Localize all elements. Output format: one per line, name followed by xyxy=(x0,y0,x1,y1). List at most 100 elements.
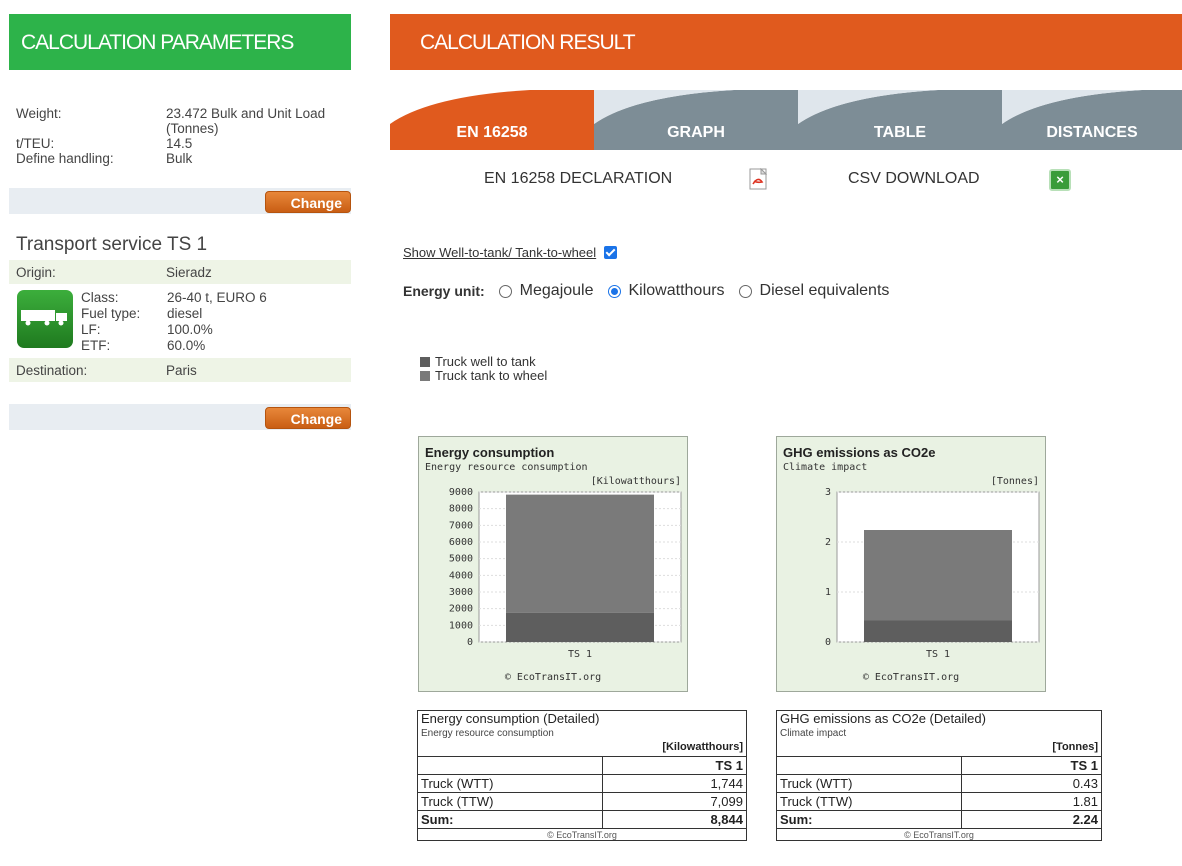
param-value: 14.5 xyxy=(166,136,193,151)
table-title: Energy consumption (Detailed) xyxy=(421,711,600,727)
table-unit: [Kilowatthours] xyxy=(417,738,747,757)
table-row: Truck (WTT) 0.43 xyxy=(776,774,1102,793)
table-row: Truck (TTW) 7,099 xyxy=(417,792,747,811)
transport-service-title: Transport service TS 1 xyxy=(16,234,208,255)
y-tick-label: 3 xyxy=(825,487,831,498)
destination-value: Paris xyxy=(166,362,197,378)
table-col-header: TS 1 xyxy=(602,756,747,775)
change-bar: Change xyxy=(9,188,351,214)
legend-swatch xyxy=(420,357,430,367)
table-title: GHG emissions as CO2e (Detailed) xyxy=(780,711,986,727)
chart-footer: © EcoTransIT.org xyxy=(862,672,960,683)
table-cell: Truck (WTT) xyxy=(417,774,603,793)
parameters-table: Weight: 23.472 Bulk and Unit Load (Tonne… xyxy=(9,106,351,166)
radio-megajoule[interactable] xyxy=(498,284,512,298)
y-tick-label: 0 xyxy=(467,637,473,648)
pdf-icon[interactable] xyxy=(749,168,767,190)
table-footer: © EcoTransIT.org xyxy=(776,828,1102,841)
table-cell: 2.24 xyxy=(961,810,1102,829)
table-row: Truck (TTW) 1.81 xyxy=(776,792,1102,811)
parameters-header: CALCULATION PARAMETERS xyxy=(9,14,351,70)
vehicle-details: Class: 26-40 t, EURO 6 Fuel type: diesel L… xyxy=(9,284,351,358)
unit-label-megajoule[interactable]: Megajoule xyxy=(520,282,594,300)
y-tick-label: 8000 xyxy=(449,504,473,515)
tab-label: DISTANCES xyxy=(1046,124,1138,141)
origin-label: Origin: xyxy=(16,264,56,280)
vehicle-kv: Class: 26-40 t, EURO 6 Fuel type: diesel L… xyxy=(81,290,267,354)
change-bar-2: Change xyxy=(9,404,351,430)
change-transport-button[interactable]: Change xyxy=(265,407,351,429)
wtt-checkbox[interactable] xyxy=(603,246,617,259)
legend-label: Truck well to tank xyxy=(435,354,536,369)
energy-chart: Energy consumption Energy resource consu… xyxy=(418,436,688,692)
wtt-toggle-row: Show Well-to-tank/ Tank-to-wheel xyxy=(403,245,617,260)
table-unit: [Tonnes] xyxy=(776,738,1102,757)
tab-table[interactable]: TABLE xyxy=(798,90,1002,150)
truck-icon xyxy=(17,290,73,348)
destination-label: Destination: xyxy=(16,362,88,378)
vehicle-label: Fuel type: xyxy=(81,306,141,321)
wtt-link[interactable]: Show Well-to-tank/ Tank-to-wheel xyxy=(403,245,596,260)
table-footer: © EcoTransIT.org xyxy=(417,828,747,841)
change-parameters-button[interactable]: Change xyxy=(265,191,351,213)
vehicle-value: 60.0% xyxy=(167,338,206,353)
vehicle-label: ETF: xyxy=(81,338,111,353)
energy-detail-table: Energy consumption (Detailed) Energy res… xyxy=(417,710,747,841)
table-cell: Sum: xyxy=(776,810,962,829)
vehicle-label: Class: xyxy=(81,290,119,305)
x-tick-label: TS 1 xyxy=(926,649,950,660)
y-tick-label: 6000 xyxy=(449,537,473,548)
radio-diesel-equivalents[interactable] xyxy=(738,284,752,298)
bar-segment xyxy=(864,530,1012,621)
table-row: Truck (WTT) 1,744 xyxy=(417,774,747,793)
energy-unit-label: Energy unit: xyxy=(403,283,485,299)
legend-label: Truck tank to wheel xyxy=(435,368,548,383)
chart-footer: © EcoTransIT.org xyxy=(504,672,602,683)
tab-graph[interactable]: GRAPH xyxy=(594,90,798,150)
origin-value: Sieradz xyxy=(166,264,212,280)
table-cell: 1.81 xyxy=(961,792,1102,811)
table-cell: 1,744 xyxy=(602,774,747,793)
radio-kilowatthours[interactable] xyxy=(607,284,621,298)
unit-label-diesel[interactable]: Diesel equivalents xyxy=(760,282,890,300)
table-cell: 8,844 xyxy=(602,810,747,829)
param-weight: Weight: 23.472 Bulk and Unit Load (Tonne… xyxy=(9,106,351,136)
parameters-panel: CALCULATION PARAMETERS Weight: 23.472 Bu… xyxy=(9,14,351,430)
bar-segment xyxy=(506,612,654,642)
legend-item-ttw: Truck tank to wheel xyxy=(420,369,547,383)
y-tick-label: 2 xyxy=(825,537,831,548)
param-teu: t/TEU: 14.5 xyxy=(9,136,351,151)
table-col-header: TS 1 xyxy=(961,756,1102,775)
param-label: Weight: xyxy=(16,106,62,121)
param-value: 23.472 Bulk and Unit Load (Tonnes) xyxy=(166,106,326,136)
tab-distances[interactable]: DISTANCES xyxy=(1002,90,1182,150)
tab-label: EN 16258 xyxy=(456,124,528,141)
table-subtitle: Climate impact xyxy=(780,727,847,739)
bar-segment xyxy=(864,620,1012,642)
ghg-chart: GHG emissions as CO2e Climate impact [To… xyxy=(776,436,1046,692)
y-tick-label: 2000 xyxy=(449,604,473,615)
declaration-link[interactable]: EN 16258 DECLARATION xyxy=(484,170,672,188)
table-cell: Truck (WTT) xyxy=(776,774,962,793)
unit-label-kilowatthours[interactable]: Kilowatthours xyxy=(629,282,725,300)
y-tick-label: 3000 xyxy=(449,587,473,598)
csv-download-link[interactable]: CSV DOWNLOAD xyxy=(848,170,980,188)
chart-legend: Truck well to tank Truck tank to wheel xyxy=(420,355,547,383)
excel-icon[interactable]: × xyxy=(1049,169,1071,191)
vehicle-label: LF: xyxy=(81,322,101,337)
energy-unit-row: Energy unit: Megajoule Kilowatthours Die… xyxy=(403,282,903,300)
bar-segment xyxy=(506,494,654,613)
y-tick-label: 4000 xyxy=(449,570,473,581)
param-label: t/TEU: xyxy=(16,136,55,151)
table-subtitle: Energy resource consumption xyxy=(421,727,554,739)
table-cell: Truck (TTW) xyxy=(776,792,962,811)
tab-en16258[interactable]: EN 16258 xyxy=(390,90,594,150)
result-tabs: EN 16258 GRAPH TABLE DISTANCES xyxy=(390,90,1182,150)
vehicle-value: diesel xyxy=(167,306,203,321)
table-cell: Truck (TTW) xyxy=(417,792,603,811)
table-sum-row: Sum: 8,844 xyxy=(417,810,747,829)
table-cell: Sum: xyxy=(417,810,603,829)
tab-label: TABLE xyxy=(873,124,927,141)
param-value: Bulk xyxy=(166,151,193,166)
x-tick-label: TS 1 xyxy=(568,649,592,660)
